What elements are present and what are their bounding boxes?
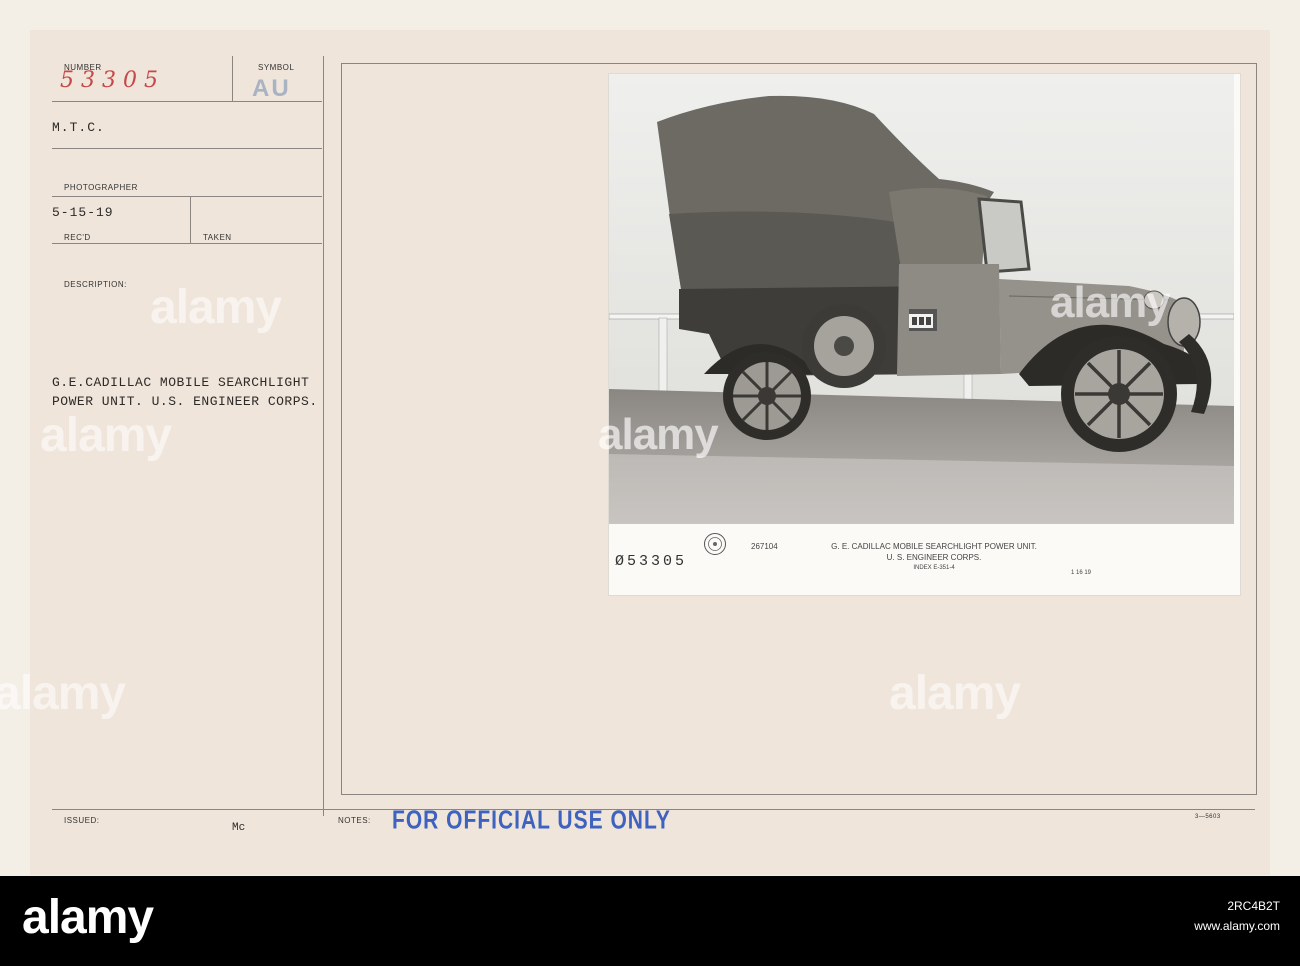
rule-date (52, 243, 322, 244)
footer-band: alamy 2RC4B2T www.alamy.com (0, 876, 1300, 966)
watermark-4: alamy (0, 667, 126, 720)
print-number: 267104 (751, 542, 778, 551)
rule-photographer (52, 196, 322, 197)
watermark-6: alamy (1050, 278, 1171, 327)
watermark-1: alamy (150, 281, 282, 334)
date-received: 5-15-19 (52, 205, 114, 220)
seal-icon (704, 533, 726, 555)
watermark-3: alamy (598, 410, 719, 459)
caption-index: INDEX E-351-4 (913, 565, 955, 571)
official-use-stamp: FOR OFFICIAL USE ONLY (392, 806, 671, 835)
description-line-2: POWER UNIT. U.S. ENGINEER CORPS. (52, 394, 318, 409)
footer-info: 2RC4B2T www.alamy.com (1040, 896, 1280, 936)
caption-date: 1 16 19 (1071, 570, 1092, 576)
taken-label: TAKEN (203, 233, 232, 242)
notes-label: NOTES: (338, 816, 371, 825)
footer-image-id: 2RC4B2T (1227, 899, 1280, 913)
number-value: 53305 (60, 68, 165, 93)
rule-number-divider (232, 56, 233, 101)
issued-value: Mc (232, 822, 246, 834)
unit-value: M.T.C. (52, 120, 105, 135)
rule-unit (52, 148, 322, 149)
issued-label: ISSUED: (64, 816, 100, 825)
symbol-value: AU (252, 75, 291, 102)
form-number: 3—5603 (1195, 814, 1221, 820)
symbol-label: SYMBOL (258, 63, 295, 72)
rule-date-divider (190, 196, 191, 243)
photographer-label: PHOTOGRAPHER (64, 183, 138, 192)
caption-line-1: G. E. CADILLAC MOBILE SEARCHLIGHT POWER … (831, 542, 1037, 551)
negative-number: Ø53305 (615, 553, 688, 570)
description-label: DESCRIPTION: (64, 280, 127, 289)
recd-label: REC'D (64, 233, 91, 242)
footer-logo: alamy (22, 891, 154, 944)
watermark-5: alamy (889, 667, 1021, 720)
photo-mount: Ø53305 267104 G. E. CADILLAC MOBILE SEAR… (608, 73, 1241, 596)
watermark-2: alamy (40, 409, 172, 462)
rule-left-column (323, 56, 324, 816)
footer-url: www.alamy.com (1194, 919, 1280, 933)
caption-line-2: U. S. ENGINEER CORPS. (886, 553, 982, 562)
description-line-1: G.E.CADILLAC MOBILE SEARCHLIGHT (52, 375, 310, 390)
